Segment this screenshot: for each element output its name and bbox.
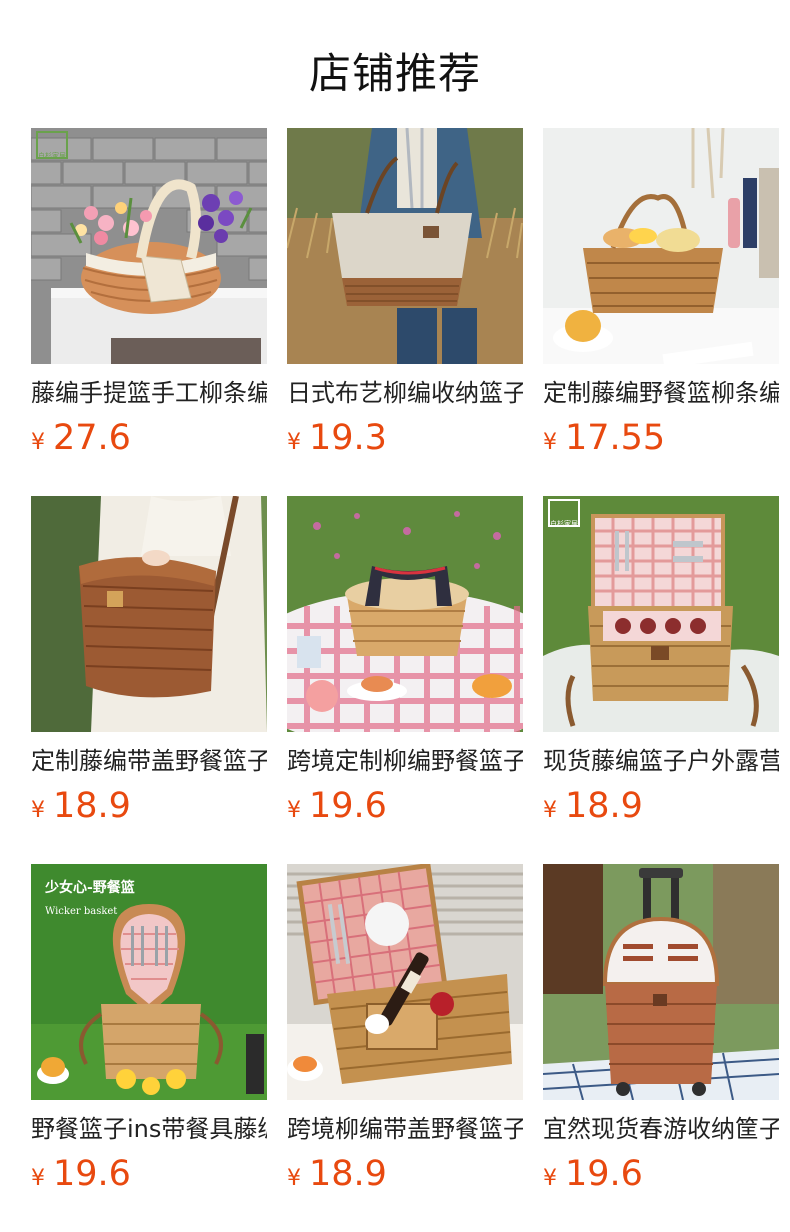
product-price: ¥17.55 [543, 418, 665, 458]
watermark-text: 白杉家居 [550, 519, 578, 528]
currency-symbol: ¥ [287, 430, 301, 455]
currency-symbol: ¥ [543, 430, 557, 455]
price-value: 18.9 [565, 786, 643, 826]
product-image[interactable] [287, 496, 523, 732]
product-card[interactable]: 白杉家居 现货藤编篮子户外露营 ¥18.9 [543, 496, 779, 826]
price-value: 17.55 [565, 418, 666, 458]
currency-symbol: ¥ [31, 798, 45, 823]
product-price: ¥18.9 [543, 786, 643, 826]
currency-symbol: ¥ [287, 1166, 301, 1191]
price-value: 27.6 [53, 418, 131, 458]
product-card[interactable]: 跨境定制柳编野餐篮子 ¥19.6 [287, 496, 523, 826]
product-name[interactable]: 现货藤编篮子户外露营 [543, 744, 779, 778]
price-value: 19.6 [565, 1154, 643, 1194]
product-card[interactable]: 跨境柳编带盖野餐篮子 ¥18.9 [287, 864, 523, 1194]
product-name[interactable]: 日式布艺柳编收纳篮子 [287, 376, 523, 410]
price-value: 18.9 [53, 786, 131, 826]
product-price: ¥19.6 [287, 786, 387, 826]
overlay-subtitle: Wicker basket [45, 906, 117, 917]
product-price: ¥19.6 [31, 1154, 131, 1194]
product-image[interactable]: 白杉家居 [543, 496, 779, 732]
product-image[interactable] [543, 128, 779, 364]
product-name[interactable]: 定制藤编带盖野餐篮子 [31, 744, 267, 778]
currency-symbol: ¥ [543, 798, 557, 823]
product-name[interactable]: 宜然现货春游收纳筐子 [543, 1112, 779, 1146]
product-card[interactable]: 日式布艺柳编收纳篮子 ¥19.3 [287, 128, 523, 458]
product-card[interactable]: 少女心-野餐篮 Wicker basket 野餐篮子ins带餐具藤编 ¥19.6 [31, 864, 267, 1194]
product-image[interactable] [543, 864, 779, 1100]
currency-symbol: ¥ [31, 1166, 45, 1191]
product-price: ¥18.9 [31, 786, 131, 826]
currency-symbol: ¥ [543, 1166, 557, 1191]
product-price: ¥19.6 [543, 1154, 643, 1194]
product-name[interactable]: 跨境定制柳编野餐篮子 [287, 744, 523, 778]
price-value: 19.3 [309, 418, 387, 458]
currency-symbol: ¥ [31, 430, 45, 455]
product-image[interactable] [31, 496, 267, 732]
product-name[interactable]: 藤编手提篮手工柳条编织 [31, 376, 267, 410]
section-title: 店铺推荐 [308, 49, 481, 98]
product-image[interactable]: 白杉家居 [31, 128, 267, 364]
product-name[interactable]: 定制藤编野餐篮柳条编织 [543, 376, 779, 410]
watermark-text: 白杉家居 [38, 151, 66, 160]
product-name[interactable]: 跨境柳编带盖野餐篮子 [287, 1112, 523, 1146]
price-value: 19.6 [309, 786, 387, 826]
product-price: ¥19.3 [287, 418, 387, 458]
product-card[interactable]: 定制藤编野餐篮柳条编织 ¥17.55 [543, 128, 779, 458]
currency-symbol: ¥ [287, 798, 301, 823]
overlay-title: 少女心-野餐篮 [44, 879, 135, 896]
product-card[interactable]: 宜然现货春游收纳筐子 ¥19.6 [543, 864, 779, 1194]
product-price: ¥18.9 [287, 1154, 387, 1194]
product-price: ¥27.6 [31, 418, 131, 458]
product-image[interactable]: 少女心-野餐篮 Wicker basket [31, 864, 267, 1100]
price-value: 18.9 [309, 1154, 387, 1194]
product-image[interactable] [287, 864, 523, 1100]
product-card[interactable]: 白杉家居 藤编手提篮手工柳条编织 ¥27.6 [31, 128, 267, 458]
product-card[interactable]: 定制藤编带盖野餐篮子 ¥18.9 [31, 496, 267, 826]
price-value: 19.6 [53, 1154, 131, 1194]
product-image[interactable] [287, 128, 523, 364]
product-name[interactable]: 野餐篮子ins带餐具藤编 [31, 1112, 267, 1146]
